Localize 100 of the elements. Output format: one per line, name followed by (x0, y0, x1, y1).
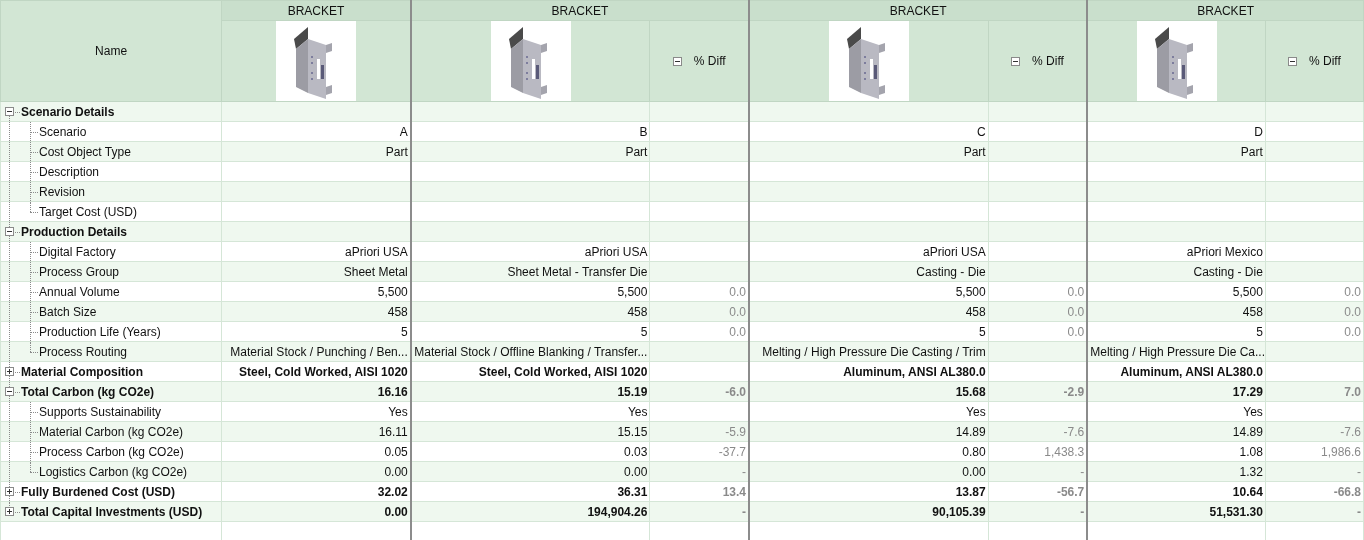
diff-value: - (1080, 504, 1085, 519)
diff-value: 0.0 (729, 304, 746, 319)
group-label: Total Carbon (kg CO2e) (21, 384, 155, 399)
group-label: Fully Burdened Cost (USD) (21, 484, 175, 499)
table-cell: Yes (966, 404, 986, 419)
column-header[interactable]: Name (0, 0, 222, 102)
table-cell: 15.68 (955, 384, 986, 399)
diff-value: 0.0 (1344, 284, 1361, 299)
table-cell: 0.00 (384, 504, 408, 519)
table-cell: Part (625, 144, 648, 159)
expand-icon[interactable] (5, 507, 14, 516)
collapse-icon[interactable] (5, 107, 14, 116)
table-cell: 90,105.39 (932, 504, 986, 519)
expand-icon[interactable] (5, 487, 14, 496)
diff-value: - (742, 504, 746, 519)
row-label: Digital Factory (39, 244, 116, 259)
collapse-icon[interactable] (1011, 56, 1021, 66)
diff-value: 0.0 (729, 284, 746, 299)
row-label: Target Cost (USD) (39, 204, 138, 219)
diff-value: -66.8 (1333, 484, 1361, 499)
table-cell: 0.00 (962, 464, 986, 479)
diff-value: - (1357, 464, 1361, 479)
table-cell: aPriori USA (345, 244, 408, 259)
table-cell: 0.00 (624, 464, 648, 479)
column-header: % Diff (1032, 54, 1064, 68)
table-cell: 5 (640, 324, 648, 339)
column-header[interactable]: BRACKET (410, 0, 749, 21)
diff-value: 0.0 (1067, 284, 1085, 299)
row-label: Process Routing (39, 344, 128, 359)
diff-value: 1,986.6 (1320, 444, 1361, 459)
table-cell: 17.29 (1232, 384, 1263, 399)
diff-value: -7.6 (1340, 424, 1361, 439)
table-cell: aPriori USA (584, 244, 648, 259)
group-label: Material Composition (21, 364, 143, 379)
table-cell: 5 (1256, 324, 1263, 339)
row-label: Supports Sustainability (39, 404, 162, 419)
table-cell: 5 (979, 324, 986, 339)
diff-value: 7.0 (1344, 384, 1361, 399)
diff-value: -2.9 (1063, 384, 1085, 399)
diff-value: 0.0 (1344, 324, 1361, 339)
table-cell: 5,500 (955, 284, 986, 299)
table-cell: Steel, Cold Worked, AISI 1020 (239, 364, 408, 379)
table-cell: 51,531.30 (1209, 504, 1263, 519)
collapse-icon[interactable] (5, 227, 14, 236)
row-label: Process Carbon (kg CO2e) (39, 444, 184, 459)
column-header[interactable]: BRACKET (749, 0, 1088, 21)
table-cell: 458 (627, 304, 648, 319)
diff-value: 0.0 (1067, 324, 1085, 339)
table-cell: D (1254, 124, 1263, 139)
row-label: Logistics Carbon (kg CO2e) (39, 464, 188, 479)
diff-value: 1,438.3 (1044, 444, 1085, 459)
expand-icon[interactable] (5, 367, 14, 376)
collapse-icon[interactable] (1288, 56, 1298, 66)
table-cell: 0.05 (384, 444, 408, 459)
table-cell: Sheet Metal (343, 264, 408, 279)
table-cell: 15.15 (617, 424, 648, 439)
diff-value: -5.9 (725, 424, 746, 439)
table-cell: C (977, 124, 986, 139)
table-cell: Material Stock / Offline Blanking / Transfer... (414, 344, 648, 359)
table-cell: 458 (1242, 304, 1263, 319)
table-cell: 0.00 (384, 464, 408, 479)
row-label: Batch Size (39, 304, 97, 319)
diff-value: -56.7 (1056, 484, 1085, 499)
table-cell: Melting / High Pressure Die Casting / Trim (762, 344, 986, 359)
group-label: Scenario Details (21, 104, 115, 119)
table-cell: 14.89 (1232, 424, 1263, 439)
diff-value: - (1080, 464, 1085, 479)
diff-value: -6.0 (725, 384, 746, 399)
diff-value: -7.6 (1063, 424, 1085, 439)
diff-value: 0.0 (1344, 304, 1361, 319)
row-label: Production Life (Years) (39, 324, 161, 339)
table-cell: 13.87 (955, 484, 986, 499)
table-cell: 0.80 (962, 444, 986, 459)
table-cell: 5,500 (1232, 284, 1263, 299)
table-cell: Part (963, 144, 986, 159)
row-label: Revision (39, 184, 86, 199)
table-cell: Casting - Die (916, 264, 986, 279)
table-cell: Part (385, 144, 408, 159)
column-header: % Diff (1309, 54, 1341, 68)
row-label: Annual Volume (39, 284, 120, 299)
collapse-icon[interactable] (672, 56, 682, 66)
table-cell: Aluminum, ANSI AL380.0 (843, 364, 986, 379)
table-cell: 10.64 (1232, 484, 1263, 499)
table-cell: 1.08 (1239, 444, 1263, 459)
table-cell: aPriori Mexico (1186, 244, 1263, 259)
table-cell: 1.32 (1239, 464, 1263, 479)
table-cell: Casting - Die (1193, 264, 1263, 279)
table-cell: Steel, Cold Worked, AISI 1020 (478, 364, 648, 379)
column-header[interactable]: BRACKET (1087, 0, 1364, 21)
table-cell: Yes (627, 404, 648, 419)
table-cell: 15.19 (617, 384, 648, 399)
collapse-icon[interactable] (5, 387, 14, 396)
diff-value: 13.4 (722, 484, 746, 499)
column-header[interactable]: BRACKET (221, 0, 411, 21)
table-cell: Melting / High Pressure Die Ca... (1090, 344, 1265, 359)
diff-value: - (742, 464, 746, 479)
table-cell: Sheet Metal - Transfer Die (507, 264, 648, 279)
table-cell: 5,500 (617, 284, 648, 299)
row-label: Description (39, 164, 100, 179)
diff-value: - (1357, 504, 1361, 519)
